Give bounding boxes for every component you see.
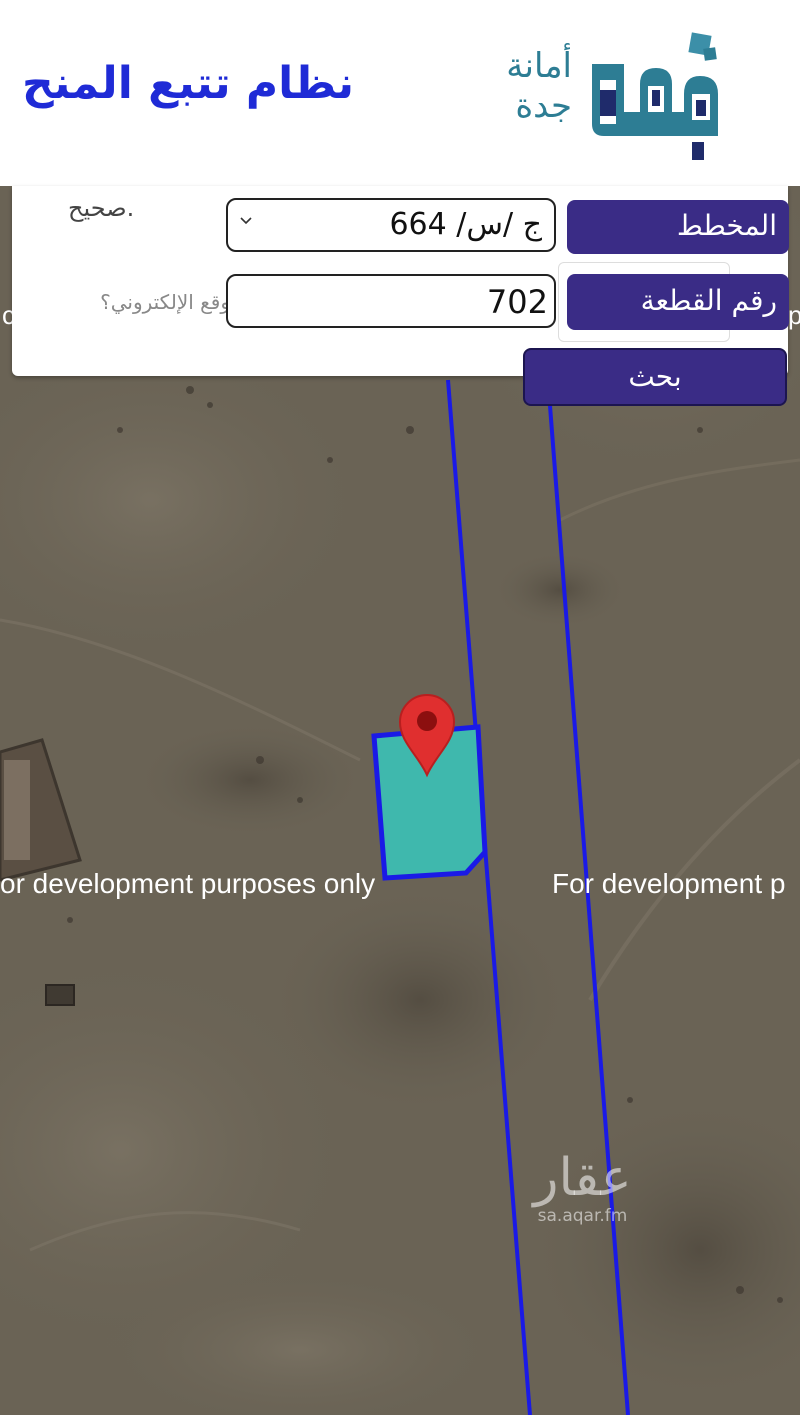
hint-text-top: صحيح.	[68, 194, 135, 222]
plot-number-value: 702	[486, 283, 548, 321]
app-header: نظام تتبع المنح أمانة جدة	[0, 0, 800, 186]
hint-text-middle: وقع الإلكتروني؟	[100, 290, 230, 314]
plan-label: المخطط	[567, 200, 789, 254]
jeddah-municipality-logo-icon[interactable]	[580, 24, 730, 164]
aqar-brand: عقار	[533, 1148, 632, 1208]
plot-number-label: رقم القطعة	[567, 274, 789, 330]
aqar-domain: sa.aqar.fm	[537, 1206, 628, 1226]
dev-watermark-fragment-right: p	[788, 300, 800, 330]
search-button[interactable]: بحث	[523, 348, 787, 406]
plan-select-value: ج /س/ 664	[389, 207, 542, 242]
plan-select[interactable]: ج /س/ 664	[226, 198, 556, 252]
dev-watermark-left: or development purposes only	[0, 868, 376, 899]
chevron-down-icon[interactable]	[238, 212, 254, 233]
logo-line-1: أمانة	[506, 46, 572, 86]
logo-text: أمانة جدة	[462, 46, 572, 126]
aqar-watermark: عقار sa.aqar.fm	[520, 1150, 645, 1226]
page-title: نظام تتبع المنح	[22, 58, 355, 109]
dev-watermark-right: For development p	[552, 868, 786, 899]
plot-number-input[interactable]: 702	[226, 274, 556, 328]
logo-line-2: جدة	[515, 86, 572, 126]
